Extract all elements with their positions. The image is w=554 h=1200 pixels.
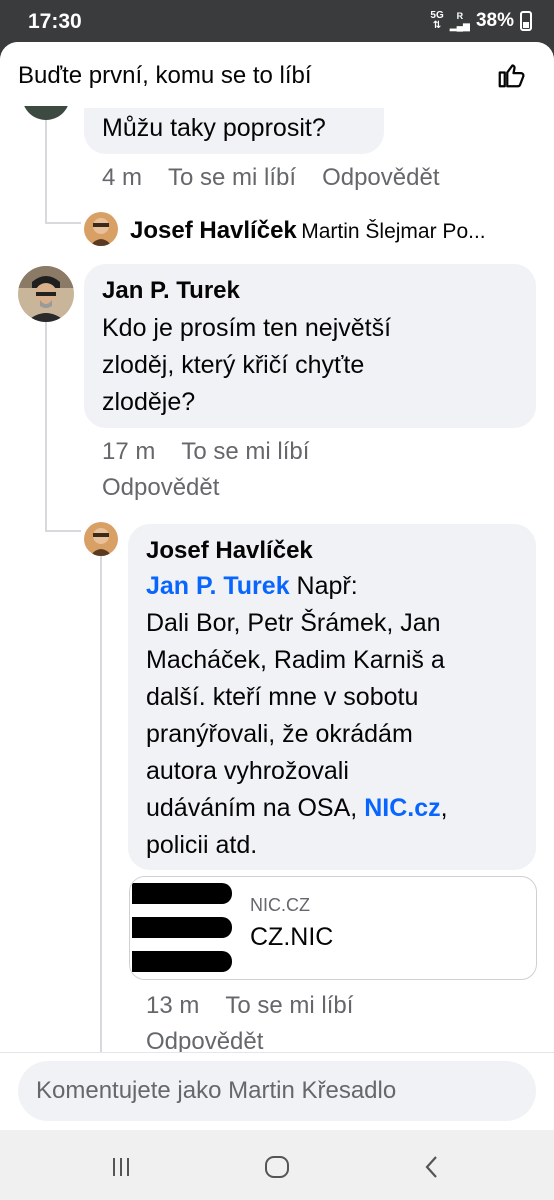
- thread-connector: [45, 530, 81, 532]
- back-icon[interactable]: [418, 1152, 448, 1182]
- link-thumbnail: [130, 877, 234, 979]
- system-nav-bar: [0, 1130, 554, 1200]
- reply-preview: Martin Šlejmar Po...: [301, 220, 486, 243]
- reply-button[interactable]: Odpovědět: [102, 474, 219, 501]
- battery-icon: [520, 11, 532, 31]
- thread-line: [45, 106, 47, 224]
- text-line: Macháček, Radim Karniš a: [146, 646, 445, 674]
- comment-composer-bar: Komentujete jako Martin Křesadlo: [0, 1052, 554, 1131]
- thread-line: [100, 556, 102, 1052]
- status-bar: 17:30 5G ⇅ R ▂▄▆ 38%: [0, 0, 554, 44]
- link-title: CZ.NIC: [250, 923, 334, 951]
- avatar-jan-p-turek[interactable]: [18, 266, 74, 322]
- text-line: zloděje?: [102, 388, 196, 416]
- avatar-josef-havlicek[interactable]: [84, 522, 118, 556]
- comment-actions: 17 m To se mi líbí Odpovědět: [102, 434, 522, 506]
- comment-input-placeholder: Komentujete jako Martin Křesadlo: [36, 1077, 397, 1104]
- thumbs-up-icon[interactable]: [496, 60, 526, 90]
- comment-bubble: Josef Havlíček Jan P. Turek Např: Dali B…: [128, 524, 536, 870]
- home-icon[interactable]: [262, 1152, 292, 1182]
- text-line: Dali Bor, Petr Šrámek, Jan: [146, 609, 441, 637]
- text-fragment: Např:: [296, 572, 358, 600]
- comment-input[interactable]: Komentujete jako Martin Křesadlo: [18, 1061, 536, 1121]
- comment-actions: 4 m To se mi líbí Odpovědět: [102, 160, 465, 196]
- recent-apps-icon[interactable]: [106, 1152, 136, 1182]
- comment-text: Můžu taky poprosit?: [102, 114, 326, 142]
- like-button[interactable]: To se mi líbí: [225, 992, 353, 1019]
- collapsed-reply[interactable]: Josef Havlíček Martin Šlejmar Po...: [130, 216, 530, 246]
- comment-author[interactable]: Jan P. Turek: [102, 276, 240, 306]
- thread-line: [45, 320, 47, 532]
- comment-actions: 13 m To se mi líbí Odpovědět: [146, 988, 536, 1052]
- mention-link[interactable]: Jan P. Turek: [146, 572, 290, 600]
- text-line: pranýřovali, že okrádám: [146, 720, 413, 748]
- comment-time: 13 m: [146, 992, 200, 1019]
- clock: 17:30: [28, 10, 82, 33]
- sheet-header: Buďte první, komu se to líbí: [0, 42, 554, 106]
- comment-bubble: Můžu taky poprosit?: [84, 108, 384, 154]
- text-line: autora vyhrožovali: [146, 757, 349, 785]
- logo-stripe: [132, 951, 232, 972]
- network-icon: 5G ⇅: [430, 10, 444, 31]
- text-fragment: ,: [440, 794, 448, 822]
- text-line: další. kteří mne v sobotu: [146, 683, 419, 711]
- comment-text: Kdo je prosím ten největší zloděj, který…: [102, 310, 391, 421]
- logo-stripe: [132, 917, 232, 938]
- signal-icon: R ▂▄▆: [449, 11, 470, 31]
- thread-connector: [45, 222, 81, 224]
- avatar-image: [18, 266, 74, 322]
- comment-bubble: Jan P. Turek Kdo je prosím ten největší …: [84, 264, 536, 428]
- like-button[interactable]: To se mi líbí: [168, 164, 296, 191]
- text-line: zloděj, který křičí chyťte: [102, 351, 365, 379]
- link-preview-card[interactable]: NIC.CZ CZ.NIC: [129, 876, 537, 980]
- avatar-josef-havlicek[interactable]: [84, 212, 118, 246]
- comments-sheet: Buďte první, komu se to líbí Můžu taky p…: [0, 42, 554, 1052]
- reactions-summary[interactable]: Buďte první, komu se to líbí: [18, 62, 312, 90]
- text-fragment: udáváním na OSA,: [146, 794, 365, 822]
- comment-time: 17 m: [102, 438, 156, 465]
- text-line: Kdo je prosím ten největší: [102, 314, 392, 342]
- reply-button[interactable]: Odpovědět: [146, 1028, 263, 1052]
- reply-button[interactable]: Odpovědět: [322, 164, 439, 191]
- link-domain: NIC.CZ: [250, 895, 310, 915]
- inline-link[interactable]: NIC.cz: [364, 794, 440, 822]
- battery-percent: 38%: [475, 10, 514, 31]
- like-button[interactable]: To se mi líbí: [181, 438, 309, 465]
- logo-stripe: [132, 883, 232, 904]
- status-icons: 5G ⇅ R ▂▄▆ 38%: [430, 10, 532, 32]
- comment-author[interactable]: Josef Havlíček: [146, 536, 313, 566]
- comment-time: 4 m: [102, 164, 143, 191]
- text-line: policii atd.: [146, 831, 258, 859]
- avatar-image: [84, 522, 118, 556]
- reply-author: Josef Havlíček: [130, 217, 297, 244]
- comment-text: Jan P. Turek Např: Dali Bor, Petr Šrámek…: [146, 568, 526, 864]
- avatar-image: [84, 212, 118, 246]
